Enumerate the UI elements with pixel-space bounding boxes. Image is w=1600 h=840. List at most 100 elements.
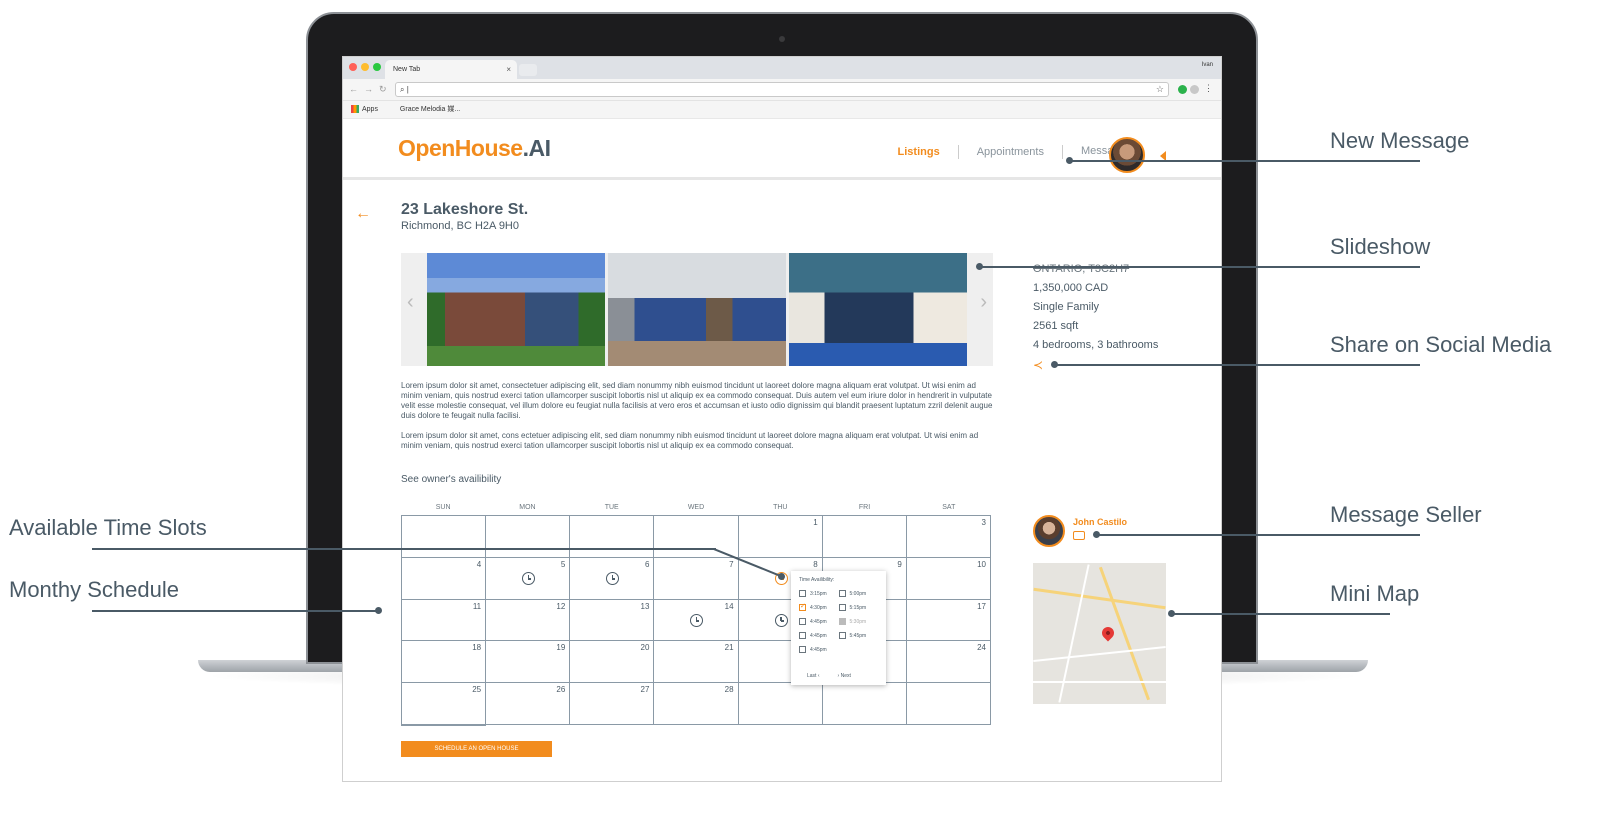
address-bar-row: ←→↻ ⌕ | ☆ ⋮ bbox=[343, 79, 1221, 101]
calendar-day[interactable]: 18 bbox=[402, 641, 487, 684]
slide-photo-bedroom[interactable] bbox=[789, 253, 967, 366]
day-number: 6 bbox=[644, 559, 650, 569]
time-slot-label: 5:15pm bbox=[849, 604, 867, 611]
calendar-day[interactable]: 11 bbox=[402, 599, 487, 642]
day-number: 28 bbox=[724, 685, 734, 695]
calendar-day[interactable]: 25 bbox=[402, 683, 487, 725]
slide-photo-living-room[interactable] bbox=[608, 253, 786, 366]
seller-name[interactable]: John Castilo bbox=[1073, 517, 1127, 527]
clock-icon[interactable] bbox=[522, 571, 536, 585]
time-slot-checkbox[interactable] bbox=[838, 632, 846, 639]
calendar-day[interactable]: 12 bbox=[486, 599, 571, 642]
weekday-label: TUE bbox=[604, 504, 619, 511]
time-slot-checkbox[interactable] bbox=[799, 602, 806, 611]
calendar-day[interactable]: 3 bbox=[906, 516, 991, 558]
browser-window: New Tab × Ivan ←→↻ ⌕ | ☆ ⋮ Apps Grace Me… bbox=[342, 56, 1222, 782]
calendar-day[interactable]: 24 bbox=[906, 641, 991, 684]
calendar-day[interactable]: 21 bbox=[654, 641, 739, 684]
mini-map[interactable] bbox=[1033, 563, 1166, 704]
slideshow: ‹ › bbox=[401, 253, 993, 366]
clock-icon[interactable] bbox=[606, 571, 620, 585]
calendar-day[interactable] bbox=[822, 683, 907, 725]
close-window-button[interactable] bbox=[349, 63, 357, 71]
time-slot-checkbox[interactable] bbox=[799, 618, 806, 625]
popup-next-button[interactable]: › Next bbox=[838, 673, 851, 679]
new-tab-button[interactable] bbox=[519, 64, 537, 76]
calendar-day[interactable] bbox=[906, 683, 991, 725]
time-slot[interactable]: 5:15pm bbox=[838, 604, 879, 611]
time-slot[interactable]: 4:45pm bbox=[799, 632, 839, 639]
time-slot[interactable]: 3:15pm bbox=[799, 590, 839, 597]
calendar-day[interactable]: 19 bbox=[486, 641, 571, 684]
seller-avatar[interactable] bbox=[1033, 515, 1065, 547]
time-slot-checkbox[interactable] bbox=[799, 632, 806, 639]
map-pin-icon[interactable] bbox=[1099, 624, 1117, 642]
address-input[interactable]: ⌕ | ☆ bbox=[395, 82, 1169, 97]
calendar-day[interactable] bbox=[486, 516, 571, 558]
callout-mini-map: Mini Map bbox=[1330, 581, 1420, 606]
calendar-day[interactable] bbox=[402, 724, 487, 726]
calendar-day[interactable]: 14 bbox=[654, 599, 739, 642]
bookmark-star-icon[interactable]: ☆ bbox=[1156, 83, 1164, 96]
calendar-day[interactable]: 20 bbox=[570, 641, 655, 684]
time-slot[interactable]: 5:45pm bbox=[838, 632, 879, 639]
browser-tab[interactable]: New Tab × bbox=[385, 60, 517, 79]
time-slot[interactable]: 4:30pm bbox=[799, 602, 839, 611]
nav-listings[interactable]: Listings bbox=[880, 144, 959, 159]
calendar-day[interactable]: 27 bbox=[570, 683, 655, 725]
calendar-day[interactable]: 1 bbox=[738, 516, 823, 558]
extension-icon[interactable] bbox=[1178, 85, 1187, 94]
logo[interactable]: OpenHouse.AI bbox=[398, 135, 551, 162]
calendar-day[interactable]: 13 bbox=[570, 599, 655, 642]
time-slot: 5:30pm bbox=[838, 618, 879, 625]
time-availability-popup: Time Availibility: 3:15pm 5:00pm 4:30pm 5:1… bbox=[791, 571, 886, 685]
time-slot[interactable]: 4:45pm bbox=[799, 646, 839, 653]
slideshow-prev-icon[interactable]: ‹ bbox=[407, 291, 414, 314]
calendar-day[interactable]: 28 bbox=[654, 683, 739, 725]
calendar-day[interactable] bbox=[570, 516, 655, 558]
tab-close-icon[interactable]: × bbox=[506, 60, 511, 79]
nav-appointments[interactable]: Appointments bbox=[959, 144, 1063, 159]
calendar-day[interactable] bbox=[402, 516, 487, 558]
weekday-label: WED bbox=[687, 504, 705, 511]
day-number: 21 bbox=[724, 643, 734, 653]
calendar-day[interactable]: 6 bbox=[570, 557, 655, 600]
calendar-day[interactable] bbox=[738, 683, 823, 725]
browser-menu-icon[interactable]: ⋮ bbox=[1204, 83, 1213, 94]
calendar-day[interactable] bbox=[822, 516, 907, 558]
bookmark-item[interactable]: Grace Melodia 媒... bbox=[400, 106, 460, 113]
slideshow-next-icon[interactable]: › bbox=[980, 291, 987, 314]
back-arrow-icon[interactable]: ← bbox=[355, 205, 371, 223]
extension-icon[interactable] bbox=[1190, 85, 1199, 94]
weekday-label: SAT bbox=[942, 504, 956, 511]
browser-user[interactable]: Ivan bbox=[1202, 62, 1213, 68]
time-slot[interactable]: 5:00pm bbox=[838, 590, 879, 597]
slide-photo-exterior[interactable] bbox=[427, 253, 605, 366]
time-slot-label: 5:45pm bbox=[849, 632, 867, 639]
calendar-day[interactable] bbox=[654, 516, 739, 558]
calendar-day[interactable]: 4 bbox=[402, 557, 487, 600]
maximize-window-button[interactable] bbox=[373, 63, 381, 71]
time-slot-checkbox[interactable] bbox=[799, 590, 806, 597]
time-slot-checkbox[interactable] bbox=[838, 590, 846, 597]
time-slot[interactable]: 4:45pm bbox=[799, 618, 839, 625]
schedule-open-house-button[interactable]: SCHEDULE AN OPEN HOUSE bbox=[401, 741, 552, 757]
calendar-day[interactable]: 17 bbox=[906, 599, 991, 642]
address-value: | bbox=[406, 85, 409, 94]
day-number: 14 bbox=[724, 601, 734, 611]
time-slot-checkbox[interactable] bbox=[799, 646, 806, 653]
bookmark-apps[interactable]: Apps bbox=[351, 105, 388, 114]
minimize-window-button[interactable] bbox=[361, 63, 369, 71]
message-seller-icon[interactable] bbox=[1073, 531, 1085, 540]
calendar-day[interactable]: 7 bbox=[654, 557, 739, 600]
user-avatar[interactable] bbox=[1109, 137, 1145, 173]
calendar-day[interactable]: 5 bbox=[486, 557, 571, 600]
calendar-day[interactable]: 26 bbox=[486, 683, 571, 725]
popup-prev-button[interactable]: Last ‹ bbox=[807, 673, 820, 679]
clock-icon[interactable] bbox=[774, 613, 788, 627]
share-icon[interactable]: ≺ bbox=[1033, 358, 1043, 372]
clock-icon[interactable] bbox=[690, 613, 704, 627]
time-slot-checkbox[interactable] bbox=[838, 604, 846, 611]
nav-buttons[interactable]: ←→↻ bbox=[349, 84, 393, 95]
calendar-day[interactable]: 10 bbox=[906, 557, 991, 600]
